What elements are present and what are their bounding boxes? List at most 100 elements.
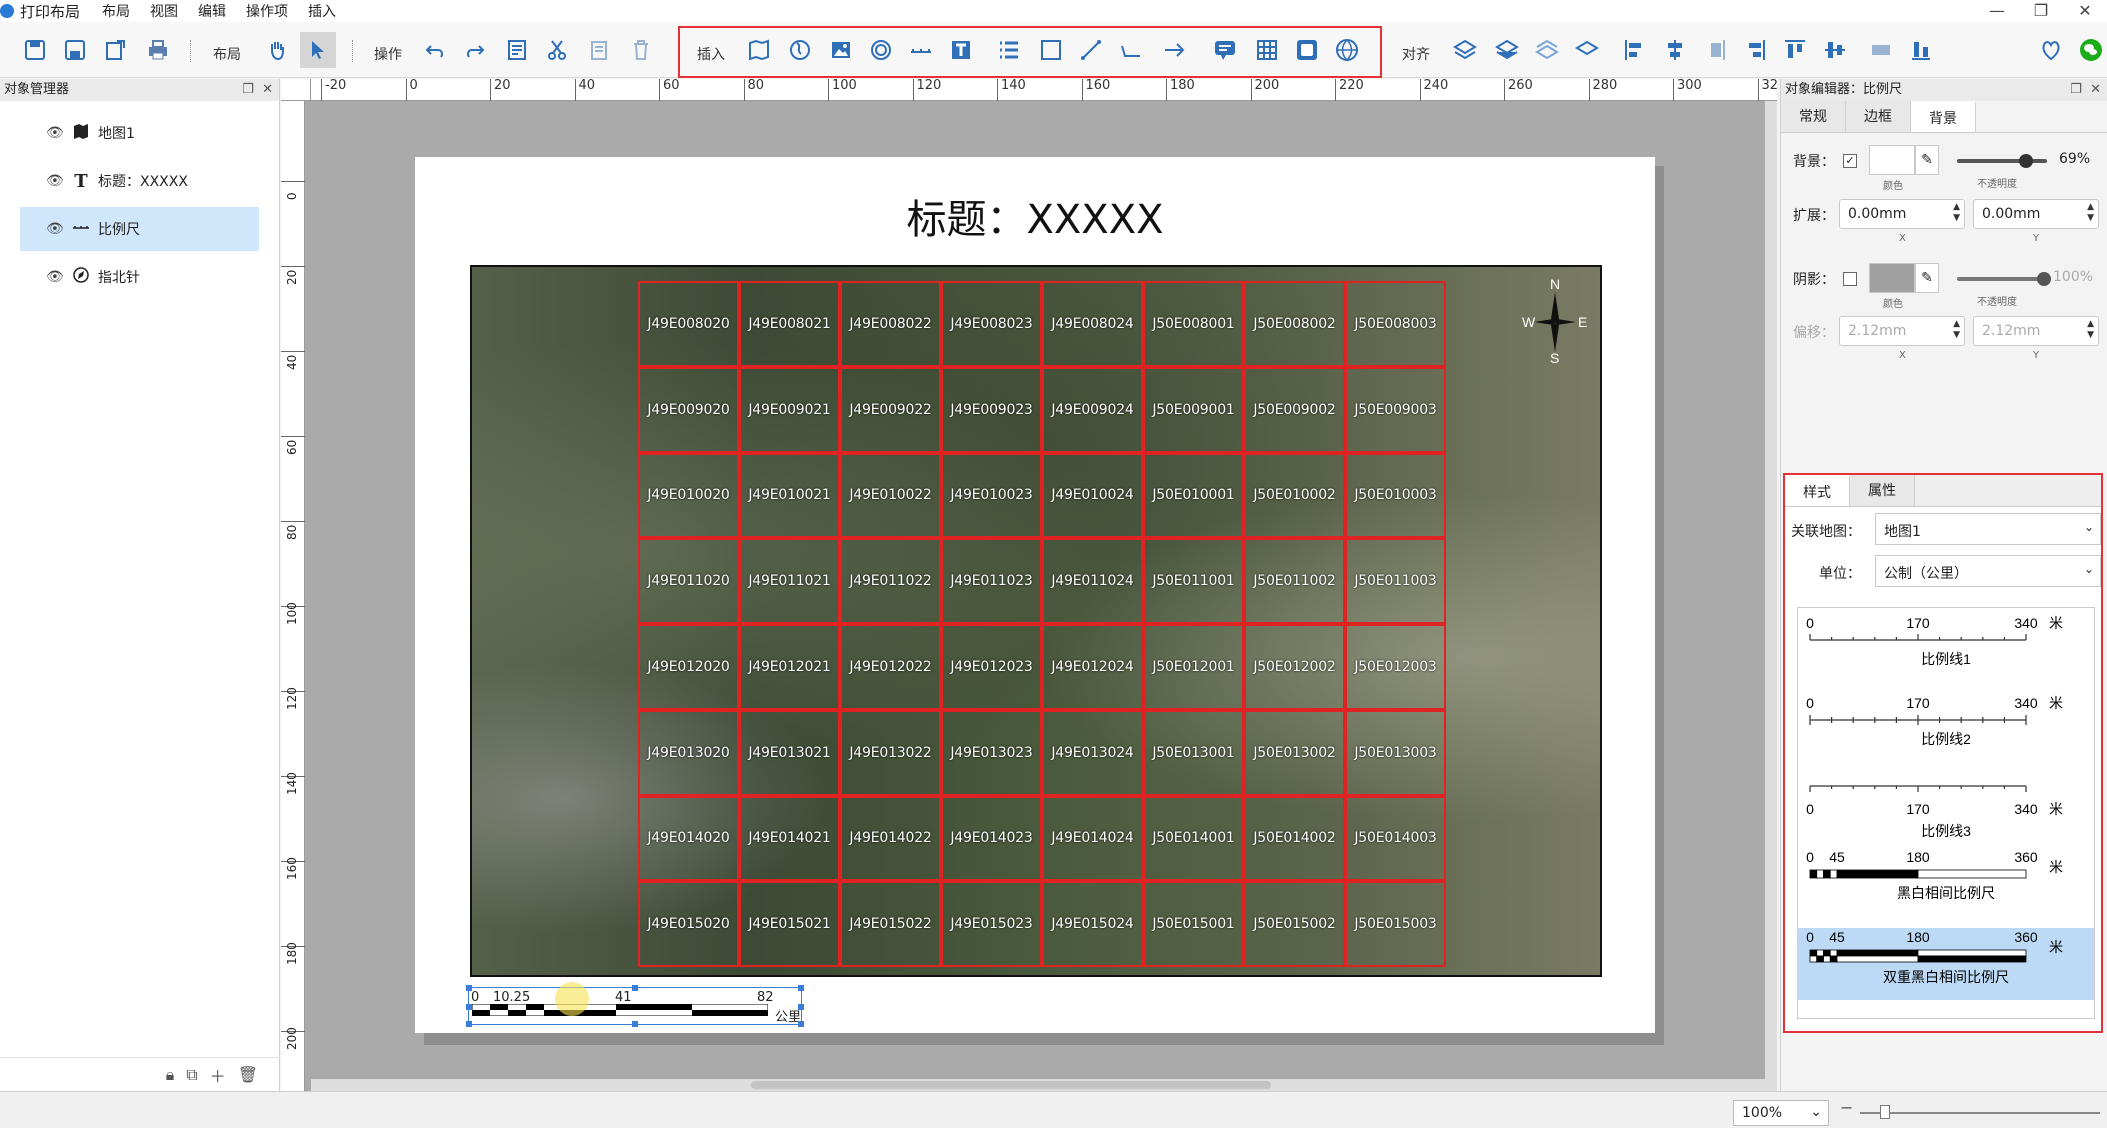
eye-icon[interactable]: 👁 (46, 269, 64, 285)
eye-icon[interactable]: 👁 (46, 125, 64, 141)
properties-icon[interactable] (502, 36, 532, 64)
pan-hand-icon[interactable] (262, 36, 292, 64)
offset-x-input[interactable]: 2.12mm ▲ ▼ (1839, 316, 1965, 346)
menu-insert[interactable]: 插入 (308, 1, 336, 21)
insert-map-icon[interactable] (744, 36, 774, 64)
extend-y-input[interactable]: 0.00mm ▲ ▼ (1973, 199, 2099, 229)
eyedropper-icon[interactable]: ✎ (1915, 263, 1939, 293)
select-arrow-icon[interactable] (300, 32, 336, 68)
extend-x-input[interactable]: 0.00mm ▲ ▼ (1839, 199, 1965, 229)
tab-border[interactable]: 边框 (1846, 101, 1911, 132)
background-color-swatch[interactable] (1869, 145, 1915, 175)
duplicate-icon[interactable]: ⧉ (186, 1065, 197, 1085)
trash-icon[interactable]: 🗑︎ (238, 1065, 258, 1084)
insert-line-icon[interactable] (1076, 36, 1106, 64)
close-panel-icon[interactable]: ✕ (2090, 82, 2101, 97)
align-middle-v-icon[interactable] (1820, 36, 1850, 64)
tree-item-scalebar[interactable]: 👁 比例尺 (20, 207, 259, 251)
align-top-icon[interactable] (1780, 36, 1810, 64)
insert-text-icon[interactable] (946, 36, 976, 64)
insert-callout-icon[interactable] (1210, 36, 1240, 64)
eye-icon[interactable]: 👁 (46, 173, 64, 189)
eyedropper-icon[interactable]: ✎ (1915, 145, 1939, 175)
align-left-icon[interactable] (1620, 36, 1650, 64)
insert-picture-icon[interactable] (826, 36, 856, 64)
offset-y-input[interactable]: 2.12mm ▲ ▼ (1973, 316, 2099, 346)
cut-icon[interactable] (542, 36, 572, 64)
scalebar-style-item[interactable]: 0 45 180 360 米黑白相间比例尺 (1798, 848, 2094, 920)
distribute-h-icon[interactable] (1866, 36, 1896, 64)
delete-icon[interactable] (626, 36, 656, 64)
align-center-h-icon[interactable] (1660, 36, 1690, 64)
restore-button[interactable]: ❐ (2019, 0, 2063, 22)
scalebar-style-item[interactable]: 0 45 180 360 米双重黑白相间比例尺 (1798, 928, 2094, 1000)
vertical-scrollbar[interactable] (1765, 101, 1777, 1079)
tab-attributes[interactable]: 属性 (1850, 475, 1915, 506)
close-panel-icon[interactable]: ✕ (262, 82, 273, 97)
tree-item-title[interactable]: 👁 T 标题：XXXXX (20, 159, 259, 203)
align-right-icon[interactable] (1700, 36, 1730, 64)
zoom-select[interactable]: 100% ⌄ (1733, 1100, 1829, 1126)
background-checkbox[interactable]: ✓ (1843, 154, 1857, 168)
scalebar-selection[interactable]: 0 10.25 41 82 公里 (466, 985, 804, 1027)
insert-table-icon[interactable] (1252, 36, 1282, 64)
shadow-color-swatch[interactable] (1869, 263, 1915, 293)
zoom-slider[interactable] (1860, 1105, 2100, 1119)
tab-style[interactable]: 样式 (1785, 475, 1850, 506)
print-icon[interactable] (143, 36, 173, 64)
redo-icon[interactable] (460, 36, 490, 64)
map-frame[interactable]: J49E008020 J49E008021 J49E008022 J49E008023… (470, 265, 1602, 977)
lock-icon[interactable]: 🔒︎ (166, 1065, 175, 1085)
insert-web-icon[interactable] (1332, 36, 1362, 64)
tab-general[interactable]: 常规 (1781, 101, 1846, 132)
scalebar-style-item[interactable]: 0 170 340 米比例线1 (1798, 612, 2094, 688)
tab-background[interactable]: 背景 (1911, 101, 1976, 132)
menu-edit[interactable]: 编辑 (198, 1, 226, 21)
align-bottom-icon[interactable] (1740, 36, 1770, 64)
insert-legend-icon[interactable] (994, 36, 1024, 64)
minimize-button[interactable]: — (1975, 0, 2019, 22)
copy-icon[interactable] (584, 36, 614, 64)
undo-icon[interactable] (420, 36, 450, 64)
insert-compass-icon[interactable] (866, 36, 896, 64)
shadow-opacity-slider[interactable] (1957, 272, 2051, 286)
scalebar-style-item[interactable]: 0 170 340 米比例线3 (1798, 772, 2094, 848)
layout-canvas[interactable]: -20 0 20 40 60 80 100 120 140 160 180 200 220 240 260 2… (281, 79, 1777, 1091)
linked-map-select[interactable]: 地图1 ⌄ (1875, 513, 2101, 545)
tree-item-compass[interactable]: 👁 指北针 (20, 255, 259, 299)
insert-frame-icon[interactable] (1292, 36, 1322, 64)
unit-select[interactable]: 公制（公里） ⌄ (1875, 555, 2101, 587)
insert-rectangle-icon[interactable] (1036, 36, 1066, 64)
lower-layer-icon[interactable] (1572, 36, 1602, 64)
distribute-v-icon[interactable] (1906, 36, 1936, 64)
north-arrow-icon[interactable]: N S W E (1520, 277, 1590, 367)
tree-item-map[interactable]: 👁 地图1 (20, 111, 259, 155)
horizontal-scrollbar[interactable] (311, 1079, 1777, 1091)
close-button[interactable]: ✕ (2063, 0, 2107, 22)
scalebar-style-list[interactable]: 0 170 340 米比例线1 0 170 340 米比例线2 0 170 340 米比例线3 0 45 1… (1797, 607, 2095, 1019)
save-as-icon[interactable] (60, 36, 90, 64)
wechat-icon[interactable] (2076, 36, 2106, 64)
insert-arrow-icon[interactable] (1160, 36, 1190, 64)
theme-icon[interactable] (2036, 36, 2066, 64)
float-panel-icon[interactable]: ❐ (242, 82, 254, 97)
float-panel-icon[interactable]: ❐ (2070, 82, 2082, 97)
shadow-checkbox[interactable] (1843, 272, 1857, 286)
zoom-out-icon[interactable]: − (1840, 1098, 1853, 1117)
eye-icon[interactable]: 👁 (46, 221, 64, 237)
add-icon[interactable]: ＋ (210, 1063, 226, 1087)
insert-globe-icon[interactable] (785, 36, 815, 64)
raise-layer-icon[interactable] (1532, 36, 1562, 64)
menu-operations[interactable]: 操作项 (246, 1, 288, 21)
scalebar-style-item[interactable]: 0 170 340 米比例线2 (1798, 692, 2094, 768)
insert-polyline-icon[interactable] (1116, 36, 1146, 64)
insert-scalebar-icon[interactable] (906, 36, 936, 64)
bring-to-front-icon[interactable] (1450, 36, 1480, 64)
background-opacity-slider[interactable] (1957, 154, 2047, 168)
export-icon[interactable] (100, 36, 130, 64)
page-title[interactable]: 标题：XXXXX (415, 187, 1655, 245)
send-to-back-icon[interactable] (1492, 36, 1522, 64)
save-icon[interactable] (20, 36, 50, 64)
menu-layout[interactable]: 布局 (102, 1, 130, 21)
menu-view[interactable]: 视图 (150, 1, 178, 21)
